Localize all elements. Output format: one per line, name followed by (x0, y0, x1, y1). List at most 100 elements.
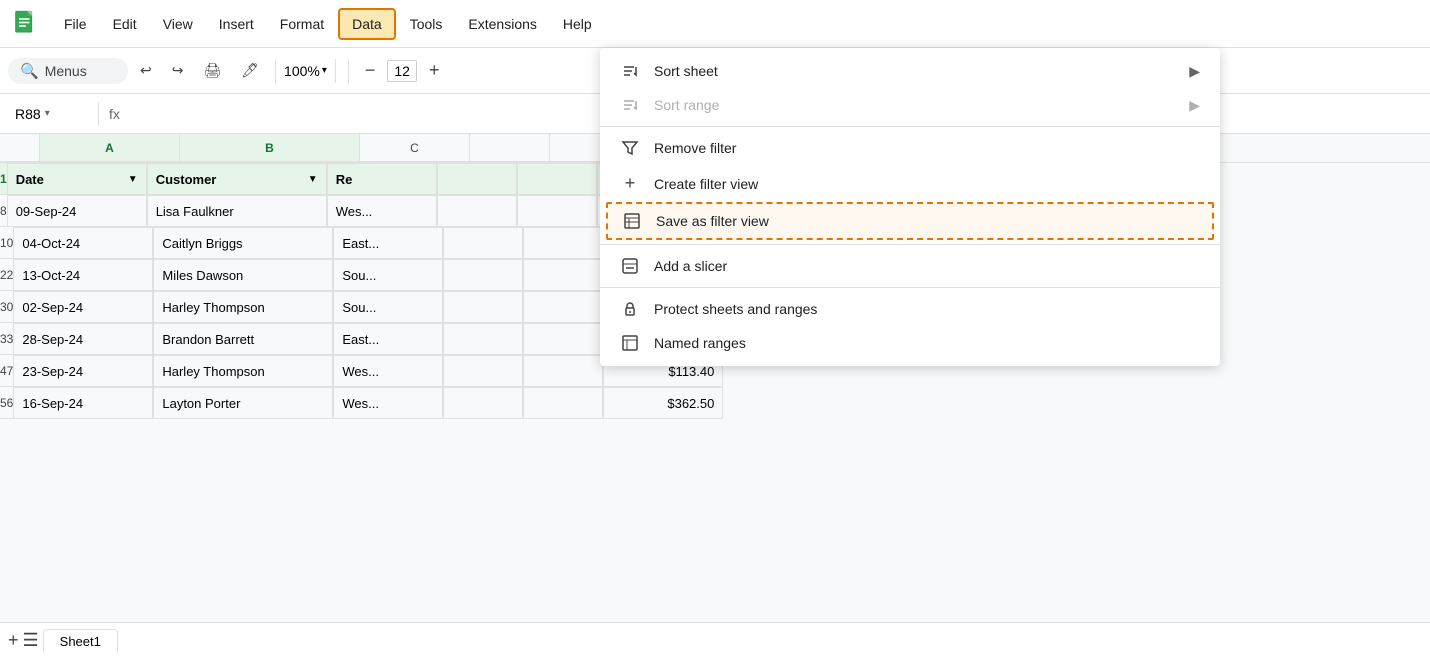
paint-format-button[interactable]: 🖊 (233, 58, 267, 83)
dropdown-item-named-ranges[interactable]: Named ranges (600, 326, 1220, 360)
col-header-b[interactable]: B (180, 134, 360, 162)
cell-d1[interactable] (437, 163, 517, 195)
cell-b10[interactable]: Caitlyn Briggs (153, 227, 333, 259)
menu-bar: File Edit View Insert Format Data Tools … (0, 0, 1430, 48)
dropdown-item-protect-sheets[interactable]: Protect sheets and ranges (600, 292, 1220, 326)
row-header-8[interactable]: 8 (0, 195, 7, 227)
cell-a47[interactable]: 23-Sep-24 (13, 355, 153, 387)
cell-c10[interactable]: East... (333, 227, 443, 259)
row-header-1[interactable]: 1 (0, 163, 7, 195)
cell-b30[interactable]: Harley Thompson (153, 291, 333, 323)
search-icon: 🔍 (20, 62, 39, 80)
cell-d56[interactable] (443, 387, 523, 419)
cell-e8[interactable] (517, 195, 597, 227)
zoom-box[interactable]: 100% ▾ (284, 63, 327, 79)
col-header-d[interactable] (470, 134, 550, 162)
row-header-33[interactable]: 33 (0, 323, 13, 355)
minus-icon: − (365, 60, 376, 81)
menu-file[interactable]: File (52, 10, 99, 38)
undo-button[interactable]: ↩ (132, 58, 160, 83)
dropdown-item-add-slicer[interactable]: Add a slicer (600, 249, 1220, 283)
col-header-c[interactable]: C (360, 134, 470, 162)
row-header-47[interactable]: 47 (0, 355, 13, 387)
cell-b22[interactable]: Miles Dawson (153, 259, 333, 291)
cell-c1[interactable]: Re (327, 163, 437, 195)
cell-e22[interactable] (523, 259, 603, 291)
cell-a56[interactable]: 16-Sep-24 (13, 387, 153, 419)
cell-b56[interactable]: Layton Porter (153, 387, 333, 419)
dropdown-item-sort-range[interactable]: Sort range ▶ (600, 88, 1220, 122)
menu-data[interactable]: Data (338, 8, 396, 40)
menu-tools[interactable]: Tools (398, 10, 455, 38)
dropdown-sep-2 (600, 244, 1220, 245)
cell-c22[interactable]: Sou... (333, 259, 443, 291)
row-header-10[interactable]: 10 (0, 227, 13, 259)
cell-b8[interactable]: Lisa Faulkner (147, 195, 327, 227)
add-sheet-button[interactable]: + (8, 630, 19, 651)
cell-e1[interactable] (517, 163, 597, 195)
cell-a1[interactable]: Date ▼ (7, 163, 147, 195)
cell-e10[interactable] (523, 227, 603, 259)
cell-e33[interactable] (523, 323, 603, 355)
minus-zoom-button[interactable]: − (357, 56, 384, 85)
sheet-tab-active[interactable]: Sheet1 (43, 629, 118, 653)
corner-cell (0, 134, 40, 162)
cell-e30[interactable] (523, 291, 603, 323)
redo-button[interactable]: ↪ (164, 58, 192, 83)
cell-c56[interactable]: Wes... (333, 387, 443, 419)
cell-d33[interactable] (443, 323, 523, 355)
create-filter-view-label: Create filter view (654, 176, 1200, 192)
toolbar-divider-3 (348, 59, 349, 83)
table-row: 56 16-Sep-24 Layton Porter Wes... $362.5… (0, 387, 1430, 419)
cell-b1[interactable]: Customer ▼ (147, 163, 327, 195)
cell-c47[interactable]: Wes... (333, 355, 443, 387)
named-ranges-icon (620, 334, 640, 352)
cell-c30[interactable]: Sou... (333, 291, 443, 323)
redo-icon: ↪ (172, 62, 184, 79)
menu-format[interactable]: Format (268, 10, 336, 38)
cell-a10[interactable]: 04-Oct-24 (13, 227, 153, 259)
cell-ref-dropdown-icon: ▾ (45, 108, 50, 119)
cell-a30[interactable]: 02-Sep-24 (13, 291, 153, 323)
menu-help[interactable]: Help (551, 10, 604, 38)
cell-d22[interactable] (443, 259, 523, 291)
save-filter-view-icon (622, 212, 642, 230)
menu-items: File Edit View Insert Format Data Tools … (52, 8, 604, 40)
dropdown-item-create-filter-view[interactable]: + Create filter view (600, 165, 1220, 202)
cell-d30[interactable] (443, 291, 523, 323)
cell-a8[interactable]: 09-Sep-24 (7, 195, 147, 227)
menu-view[interactable]: View (151, 10, 205, 38)
cell-d47[interactable] (443, 355, 523, 387)
dropdown-item-remove-filter[interactable]: Remove filter (600, 131, 1220, 165)
font-size-box[interactable]: 12 (387, 60, 417, 82)
cell-a33[interactable]: 28-Sep-24 (13, 323, 153, 355)
cell-d10[interactable] (443, 227, 523, 259)
fx-label: fx (109, 106, 120, 122)
cell-b33[interactable]: Brandon Barrett (153, 323, 333, 355)
menu-insert[interactable]: Insert (207, 10, 266, 38)
plus-zoom-button[interactable]: + (421, 56, 448, 85)
cell-b47[interactable]: Harley Thompson (153, 355, 333, 387)
dropdown-sep-3 (600, 287, 1220, 288)
cell-d8[interactable] (437, 195, 517, 227)
zoom-dropdown-icon: ▾ (322, 65, 327, 76)
dropdown-item-sort-sheet[interactable]: Sort sheet ▶ (600, 54, 1220, 88)
menu-edit[interactable]: Edit (101, 10, 149, 38)
search-box[interactable]: 🔍 Menus (8, 58, 128, 84)
cell-c8[interactable]: Wes... (327, 195, 437, 227)
cell-e56[interactable] (523, 387, 603, 419)
cell-e47[interactable] (523, 355, 603, 387)
row-header-22[interactable]: 22 (0, 259, 13, 291)
sheets-menu-button[interactable]: ☰ (23, 630, 39, 651)
dropdown-item-save-filter-view[interactable]: Save as filter view (606, 202, 1214, 240)
col-header-a[interactable]: A (40, 134, 180, 162)
cell-reference[interactable]: R88 ▾ (8, 103, 88, 125)
save-filter-view-label: Save as filter view (656, 213, 1198, 229)
cell-f56[interactable]: $362.50 (603, 387, 723, 419)
row-header-30[interactable]: 30 (0, 291, 13, 323)
row-header-56[interactable]: 56 (0, 387, 13, 419)
cell-a22[interactable]: 13-Oct-24 (13, 259, 153, 291)
cell-c33[interactable]: East... (333, 323, 443, 355)
menu-extensions[interactable]: Extensions (456, 10, 548, 38)
print-button[interactable]: 🖨 (195, 58, 229, 83)
